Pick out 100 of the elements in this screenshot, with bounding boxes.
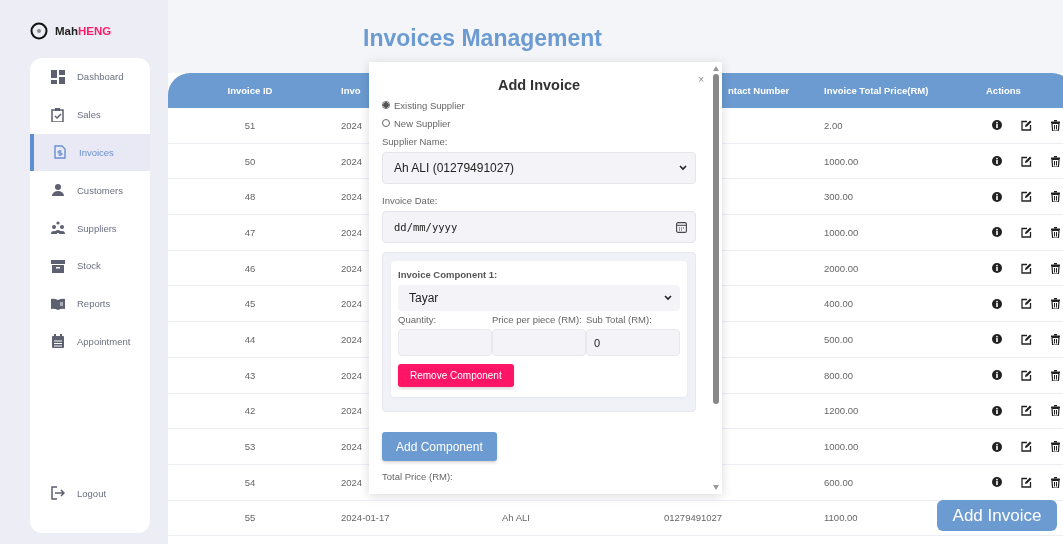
dashboard-icon [51,69,65,84]
table-cell-text: 47 [243,226,257,238]
edit-icon[interactable] [1021,333,1032,345]
edit-icon[interactable] [1021,226,1032,238]
info-icon[interactable] [992,405,1002,416]
table-cell: 2024 [341,333,363,345]
trash-icon[interactable] [1051,155,1060,167]
trash-icon[interactable] [1051,441,1060,453]
add-invoice-button[interactable]: Add Invoice [937,500,1057,531]
table-cell-text: 48 [243,191,257,203]
edit-icon[interactable] [1021,119,1032,131]
remove-component-button[interactable]: Remove Component [398,364,514,387]
logout-icon [51,486,65,501]
sidebar-item[interactable]: Invoices [30,133,150,172]
table-cell-text: 55 [243,512,257,524]
sidebar-item[interactable]: Dashboard [30,58,150,96]
logout-link[interactable]: Logout [30,474,150,512]
component-select[interactable]: Tayar [398,285,680,311]
table-cell-text: 50 [243,155,257,167]
column-header: Invoice Total Price(RM) [823,85,930,96]
info-icon[interactable] [992,156,1002,167]
table-cell: 2024 [341,369,363,381]
edit-icon[interactable] [1021,298,1032,310]
table-cell: 800.00 [824,369,854,381]
table-cell-text: 45 [243,298,257,310]
table-cell: 2024 [341,441,363,453]
sidebar-item[interactable]: Sales [30,95,150,134]
date-field[interactable]: dd/mm/yyyy [382,211,696,243]
info-icon[interactable] [992,477,1002,488]
trash-icon[interactable] [1051,333,1060,345]
table-cell-text: 46 [243,262,257,274]
info-icon[interactable] [992,191,1002,202]
component-title: Invoice Component 1: [398,269,499,280]
info-icon[interactable] [992,227,1002,238]
sidebar-item[interactable]: Appointment [30,322,150,361]
logo-icon [30,22,48,40]
field-label: Invoice Date: [382,195,439,206]
table-cell: 2000.00 [824,262,859,274]
sidebar-item[interactable]: Stock [30,247,150,285]
add-component-button[interactable]: Add Component [382,432,497,461]
table-cell: 2.00 [824,119,843,131]
radio-label: Existing Supplier [394,99,465,111]
clipboard-check-icon [51,107,65,122]
table-cell-text: 43 [243,369,257,381]
edit-icon[interactable] [1021,155,1032,167]
info-icon[interactable] [992,370,1002,381]
table-cell-text: 54 [243,476,257,488]
table-cell: 2024 [341,476,363,488]
table-cell-text: 51 [243,119,257,131]
edit-icon[interactable] [1021,476,1032,488]
people-icon [51,221,65,236]
page-title: Invoices Management [363,24,604,52]
info-icon[interactable] [992,441,1002,452]
dialog-title: Add Invoice [497,76,581,95]
field-label: Total Price (RM): [382,471,454,482]
trash-icon[interactable] [1051,369,1060,381]
table-cell: Ah ALI [502,512,530,524]
trash-icon[interactable] [1051,298,1060,310]
edit-icon[interactable] [1021,369,1032,381]
trash-icon[interactable] [1051,226,1060,238]
chevron-down-icon [679,165,687,171]
book-icon [51,296,65,311]
trash-icon[interactable] [1051,119,1060,131]
edit-icon[interactable] [1021,262,1032,274]
table-cell: 1000.00 [824,441,859,453]
document-dollar-icon [53,145,67,160]
field-label: Sub Total (RM): [586,314,653,325]
column-header: Invoice ID [226,85,274,96]
close-button[interactable]: × [696,74,706,85]
brand-name: MahHENG [55,25,112,37]
trash-icon[interactable] [1051,476,1060,488]
edit-icon[interactable] [1021,191,1032,203]
table-cell-text: 53 [243,441,257,453]
table-cell: 2024 [341,262,363,274]
sidebar-item[interactable]: Customers [30,171,150,210]
table-cell: 2024 [341,155,363,167]
sidebar-item[interactable]: Reports [30,284,150,323]
info-icon[interactable] [992,263,1002,274]
trash-icon[interactable] [1051,191,1060,203]
edit-icon[interactable] [1021,441,1032,453]
archive-box-icon [51,258,65,273]
info-icon[interactable] [992,334,1002,345]
edit-icon[interactable] [1021,405,1032,417]
trash-icon[interactable] [1051,262,1060,274]
table-cell: 2024 [341,226,363,238]
radio-button[interactable] [382,101,390,109]
field-label: Price per piece (RM): [492,314,583,325]
table-cell: 1200.00 [824,405,859,417]
sidebar-item[interactable]: Suppliers [30,209,150,247]
info-icon[interactable] [992,120,1002,131]
info-icon[interactable] [992,298,1002,309]
field-label: Supplier Name: [382,136,449,147]
supplier-select[interactable]: Ah ALI (01279491027) [382,152,696,184]
subtotal-field[interactable]: 0 [586,329,680,356]
table-cell: 300.00 [824,191,854,203]
table-cell-text: 42 [243,405,257,417]
scrollbar[interactable] [711,66,721,490]
trash-icon[interactable] [1051,405,1060,417]
table-cell: 600.00 [824,476,854,488]
table-cell: 2024 [341,298,363,310]
